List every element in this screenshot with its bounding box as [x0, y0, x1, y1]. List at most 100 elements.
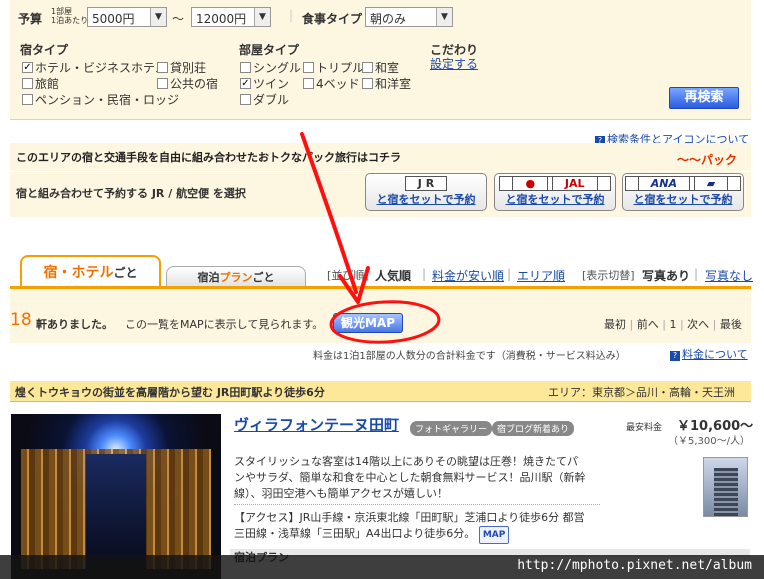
- pack-select-text: 宿と組み合わせて予約する JR / 航空便 を選択: [16, 187, 246, 200]
- checkbox[interactable]: [303, 62, 314, 73]
- room-type-label: 部屋タイプ: [239, 43, 300, 57]
- hotel-name-link[interactable]: ヴィラフォンテーヌ田町: [234, 414, 399, 435]
- checkbox[interactable]: [240, 62, 251, 73]
- kodawari-link[interactable]: 設定する: [430, 55, 478, 72]
- research-button[interactable]: 再検索: [669, 87, 739, 109]
- range-separator: 〜: [172, 12, 185, 26]
- divider: [10, 171, 751, 172]
- map-note: この一覧をMAPに表示して見られます。: [125, 318, 324, 331]
- checkbox[interactable]: [157, 62, 168, 73]
- tab-hotel[interactable]: 宿・ホテルごと: [20, 255, 161, 289]
- question-icon: ?: [670, 351, 680, 361]
- kanko-map-button[interactable]: 観光MAP: [333, 313, 403, 333]
- checkbox[interactable]: [303, 78, 314, 89]
- chevron-down-icon: ▼: [254, 8, 270, 26]
- ana-logo: ANA ▰: [624, 176, 742, 191]
- checkbox[interactable]: [240, 94, 251, 105]
- inn-type-label: 宿タイプ: [20, 43, 69, 57]
- watermark-bar: http://mphoto.pixnet.net/album: [0, 555, 764, 579]
- sort-cheap[interactable]: 料金が安い順: [432, 267, 504, 284]
- divider: |: [289, 8, 294, 22]
- price-note: 料金は1泊1部屋の人数分の合計料金です（消費税・サービス料込み）: [313, 351, 626, 362]
- room-type-twin[interactable]: ✓ ツイン: [240, 75, 289, 92]
- divider: [234, 504, 600, 505]
- chevron-down-icon: ▼: [436, 8, 452, 26]
- checkbox[interactable]: [362, 62, 373, 73]
- budget-max-value: 12000円: [196, 12, 247, 26]
- swirl-icon: 〜〜: [677, 153, 702, 167]
- ana-pack-link[interactable]: と宿をセットで予約: [623, 191, 743, 207]
- jal-logo: ● JAL: [499, 176, 611, 191]
- view-photo-off[interactable]: 写真なし: [705, 267, 753, 284]
- result-count: 18: [10, 310, 32, 330]
- sort-popular[interactable]: 人気順: [375, 267, 411, 284]
- inn-type-pension[interactable]: ペンション・民宿・ロッジ: [22, 91, 179, 108]
- pack-headline: このエリアの宿と交通手段を自由に組み合わせたおトクなパック旅行はコチラ: [16, 151, 401, 164]
- budget-sub-1: 1部屋: [51, 7, 73, 16]
- jal-pack-button[interactable]: ● JAL と宿をセットで予約: [494, 173, 616, 211]
- room-type-washitsu[interactable]: 和室: [362, 59, 399, 76]
- checkbox[interactable]: [157, 78, 168, 89]
- ana-stripe-icon: ▰: [693, 176, 729, 191]
- budget-label: 予算: [18, 12, 43, 26]
- result-count-suffix: 軒ありました。: [36, 318, 113, 331]
- pack-brand-logo: 〜〜パック: [677, 153, 738, 167]
- pager-first[interactable]: 最初: [604, 318, 626, 331]
- view-photo-on[interactable]: 写真あり: [642, 267, 690, 284]
- pager-last[interactable]: 最後: [720, 318, 742, 331]
- sort-area[interactable]: エリア順: [517, 267, 565, 284]
- room-type-triple[interactable]: トリプル: [303, 59, 364, 76]
- jr-pack-link[interactable]: と宿をセットで予約: [366, 191, 486, 207]
- blog-badge[interactable]: 宿ブログ新着あり: [492, 421, 575, 436]
- watermark-url: http://mphoto.pixnet.net/album: [517, 558, 752, 573]
- jr-pack-button[interactable]: J R と宿をセットで予約: [365, 173, 487, 211]
- meal-type-select[interactable]: 朝のみ ▼: [365, 7, 453, 27]
- checkbox[interactable]: [22, 94, 33, 105]
- inn-type-ryokan[interactable]: 旅館: [22, 75, 59, 92]
- hotel-catchphrase: 煌くトウキョウの街並を高層階から望む JR田町駅より徒歩6分: [15, 386, 325, 399]
- room-type-4bed[interactable]: 4ベッド: [303, 75, 360, 92]
- inn-type-public[interactable]: 公共の宿: [157, 75, 218, 92]
- min-price-label: 最安料金: [626, 423, 663, 433]
- inn-type-villa[interactable]: 貸別荘: [157, 59, 206, 76]
- checkbox-checked[interactable]: ✓: [240, 78, 251, 89]
- room-type-single[interactable]: シングル: [240, 59, 301, 76]
- meal-type-value: 朝のみ: [370, 12, 407, 26]
- pager-page[interactable]: 1: [669, 318, 676, 331]
- inn-type-hotel[interactable]: ✓ ホテル・ビジネスホテル: [22, 59, 167, 76]
- jal-crane-icon: ●: [512, 176, 549, 191]
- budget-min-value: 5000円: [92, 12, 135, 26]
- map-button[interactable]: MAP: [478, 526, 510, 544]
- meal-type-label: 食事タイプ: [302, 12, 363, 26]
- price-info-link[interactable]: ? 料金について: [670, 346, 748, 362]
- sort-label: [並び順]: [327, 269, 369, 282]
- hotel-area: エリア：東京都＞品川・高輪・天王洲: [548, 386, 735, 399]
- checkbox[interactable]: [362, 78, 373, 89]
- pager: 最初 | 前へ | 1 | 次へ | 最後: [604, 318, 742, 331]
- jal-pack-link[interactable]: と宿をセットで予約: [495, 191, 615, 207]
- price-per-person: （￥5,300〜/人）: [668, 436, 750, 447]
- view-toggle-label: [表示切替]: [582, 269, 635, 282]
- pager-prev[interactable]: 前へ: [637, 318, 659, 331]
- divider: |: [507, 267, 512, 281]
- jr-logo: J R: [404, 176, 448, 191]
- photo-corridor: [86, 454, 146, 569]
- budget-sub-2: 1泊あたり: [51, 16, 89, 25]
- budget-max-select[interactable]: 12000円 ▼: [191, 7, 271, 27]
- checkbox-checked[interactable]: ✓: [22, 62, 33, 73]
- budget-min-select[interactable]: 5000円 ▼: [87, 7, 167, 27]
- ana-pack-button[interactable]: ANA ▰ と宿をセットで予約: [622, 173, 744, 211]
- pager-next[interactable]: 次へ: [687, 318, 709, 331]
- divider: |: [422, 267, 427, 281]
- checkbox[interactable]: [22, 78, 33, 89]
- chevron-down-icon: ▼: [150, 8, 166, 26]
- hotel-description: スタイリッシュな客室は14階以上にありその眺望は圧巻！焼きたてパ ンやサラダ、簡…: [234, 455, 586, 500]
- room-type-double[interactable]: ダブル: [240, 91, 289, 108]
- divider: |: [694, 267, 699, 281]
- building-image: [714, 468, 738, 516]
- hotel-exterior-thumbnail[interactable]: [703, 457, 748, 517]
- room-type-wayoushitsu[interactable]: 和洋室: [362, 75, 411, 92]
- tab-plan[interactable]: 宿泊プランごと: [166, 266, 306, 288]
- hotel-access: 【アクセス】JR山手線・京浜東北線「田町駅」芝浦口より徒歩6分 都営 三田線・浅…: [234, 510, 585, 544]
- photo-gallery-badge[interactable]: フォトギャラリー: [410, 421, 493, 436]
